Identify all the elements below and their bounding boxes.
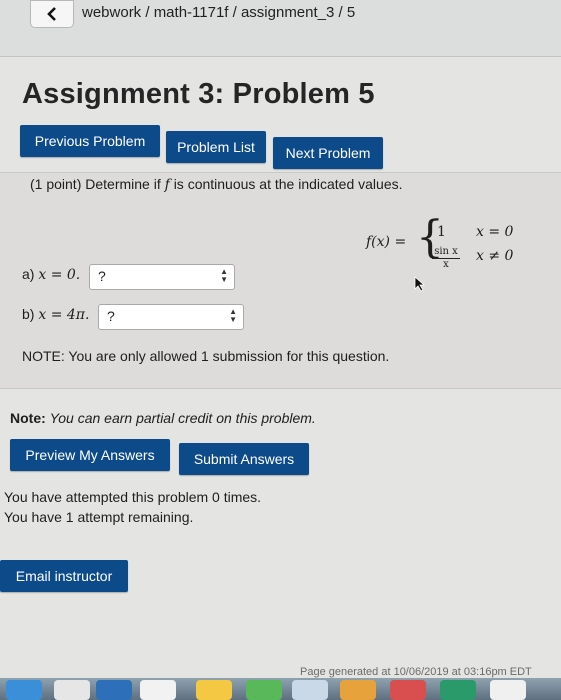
dock-app-icon[interactable] [292, 680, 328, 700]
breadcrumb: webwork / math-1171f / assignment_3 / 5 [82, 4, 356, 21]
formula-case2-condition: x ≠ 0 [476, 248, 514, 264]
formula-lhs: f(x) = [366, 234, 407, 250]
problem-list-button[interactable]: Problem List [166, 131, 266, 163]
chevron-left-icon [47, 7, 56, 21]
next-problem-button[interactable]: Next Problem [273, 137, 383, 169]
dock-app-icon[interactable] [340, 680, 376, 700]
os-dock [0, 678, 561, 700]
piecewise-formula: f(x) = { 1 sin x x x = 0 x ≠ 0 [366, 216, 536, 272]
page-generated-footer: Page generated at 10/06/2019 at 03:16pm … [300, 666, 532, 678]
dock-app-icon[interactable] [96, 680, 132, 700]
previous-problem-button[interactable]: Previous Problem [20, 125, 160, 157]
preview-answers-button[interactable]: Preview My Answers [10, 439, 170, 471]
part-a-select[interactable]: ? ▲ ▼ [89, 264, 235, 290]
dock-app-icon[interactable] [440, 680, 476, 700]
dock-app-icon[interactable] [196, 680, 232, 700]
email-instructor-button[interactable]: Email instructor [0, 560, 128, 592]
calendar-icon[interactable] [140, 680, 176, 700]
part-b-select[interactable]: ? ▲ ▼ [98, 304, 244, 330]
dock-app-icon[interactable] [54, 680, 90, 700]
part-b-label: b) x = 4π. [22, 306, 90, 323]
select-arrows-icon: ▲ ▼ [229, 307, 237, 324]
formula-case1-condition: x = 0 [476, 224, 514, 240]
select-arrows-icon: ▲ ▼ [220, 267, 228, 284]
mouse-cursor-icon [414, 276, 426, 292]
dock-app-icon[interactable] [390, 680, 426, 700]
formula-case1-value: 1 [437, 224, 446, 240]
top-bar: webwork / math-1171f / assignment_3 / 5 [0, 0, 561, 57]
dock-app-icon[interactable] [490, 680, 526, 700]
submit-answers-button[interactable]: Submit Answers [179, 443, 309, 475]
part-a-label: a) x = 0. [22, 266, 81, 283]
page-title: Assignment 3: Problem 5 [22, 78, 375, 110]
partial-credit-note: Note: You can earn partial credit on thi… [10, 410, 316, 426]
problem-statement: (1 point) Determine if f is continuous a… [30, 176, 403, 193]
dock-app-icon[interactable] [246, 680, 282, 700]
dock-app-icon[interactable] [6, 680, 42, 700]
submission-note: NOTE: You are only allowed 1 submission … [22, 348, 390, 364]
attempts-info: You have attempted this problem 0 times.… [4, 489, 262, 525]
formula-case2-fraction: sin x x [432, 246, 460, 270]
back-button[interactable] [30, 0, 74, 28]
